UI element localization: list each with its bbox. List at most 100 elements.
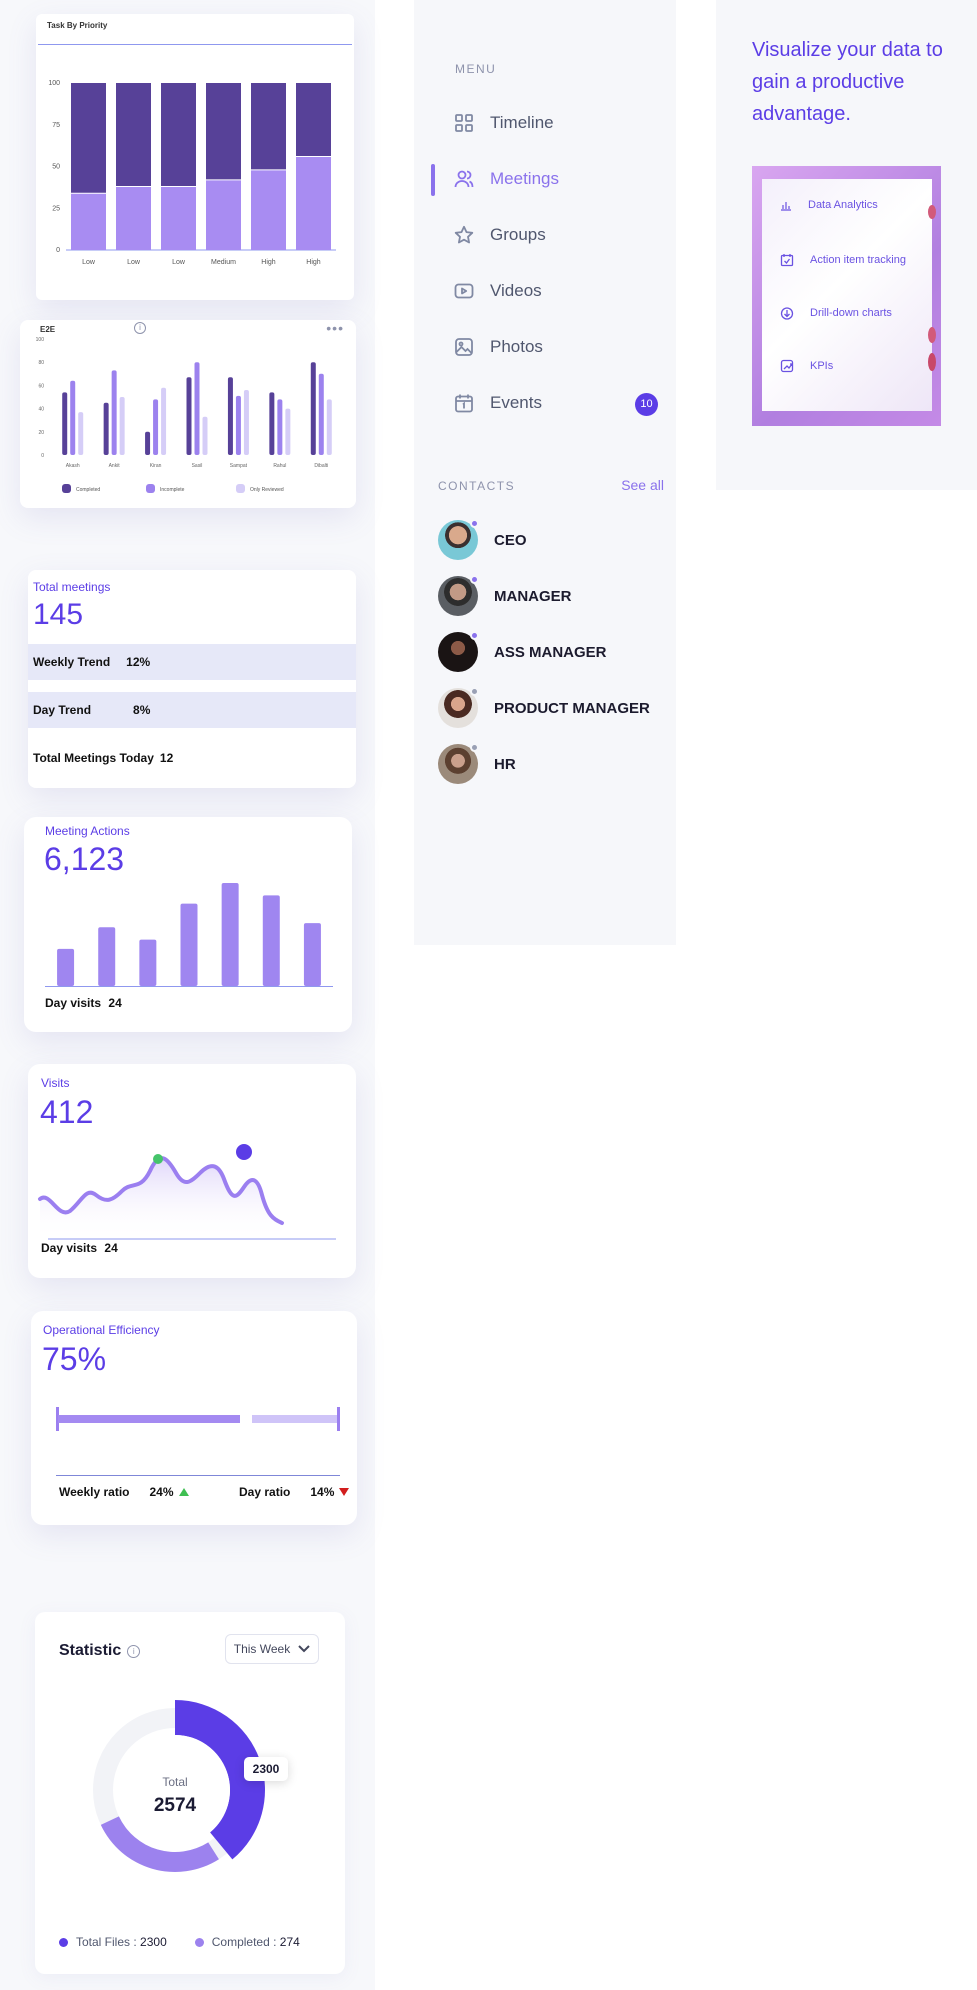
e2e-card: E2E i ••• 100 80 60 40 20 0 Akash Ankit Kiran Sas… xyxy=(20,320,356,508)
sidebar-item-label: Events xyxy=(490,393,542,412)
bar xyxy=(119,397,125,455)
visits-line-chart xyxy=(38,1144,336,1240)
bar-segment-upper xyxy=(161,83,196,187)
promo-headline: Visualize your data to gain a productive… xyxy=(752,39,943,125)
bar-chart-icon xyxy=(781,202,791,211)
legend-completed-value: 274 xyxy=(279,1935,300,1949)
sidebar-item-label: Videos xyxy=(490,281,542,300)
bar xyxy=(62,392,68,455)
grid-icon xyxy=(455,114,473,132)
meeting-actions-label: Meeting Actions xyxy=(45,824,130,838)
sidebar-item-photos[interactable]: Photos xyxy=(454,337,543,357)
sidebar-nav: MENU Timeline Meetings Groups Videos Pho… xyxy=(414,0,676,945)
highlight-point-purple[interactable] xyxy=(236,1144,252,1160)
promo-panel: Visualize your data to gain a productive… xyxy=(716,0,977,490)
visits-footer-value: 24 xyxy=(104,1241,118,1255)
weekly-trend-value: 12% xyxy=(126,655,151,669)
info-icon[interactable]: i xyxy=(127,1644,141,1658)
visits-footer-label: Day visits xyxy=(41,1241,98,1255)
x-tick-label: Dibalti xyxy=(314,463,328,469)
efficiency-bar xyxy=(56,1407,340,1431)
weekly-trend-row: Weekly Trend 12% xyxy=(28,644,356,680)
trend-up-icon xyxy=(178,1488,189,1496)
bar-segment-lower xyxy=(161,186,196,250)
total-meetings-value: 145 xyxy=(33,598,84,631)
sidebar-item-videos[interactable]: Videos xyxy=(454,281,542,301)
check-calendar-icon xyxy=(780,254,794,267)
contact-item-hr[interactable]: HR xyxy=(438,743,516,784)
feature-drill-down: Drill-down charts xyxy=(780,306,892,320)
y-tick-label: 60 xyxy=(38,383,44,389)
statistic-legend: Total Files : 2300 Completed : 274 xyxy=(59,1935,300,1949)
bar xyxy=(269,392,275,455)
total-meetings-card: Total meetings 145 Weekly Trend 12% Day … xyxy=(28,570,356,788)
sidebar-item-events[interactable]: Events xyxy=(454,393,542,413)
y-tick-label: 20 xyxy=(38,430,44,436)
visits-area xyxy=(40,1158,282,1239)
sidebar-item-label: Meetings xyxy=(490,169,559,188)
y-tick-label: 100 xyxy=(48,80,60,87)
period-dropdown[interactable]: This Week xyxy=(225,1634,319,1664)
bar xyxy=(318,373,324,455)
bar xyxy=(145,431,151,455)
contact-item-ceo[interactable]: CEO xyxy=(438,519,527,560)
period-dropdown-value: This Week xyxy=(233,1642,291,1656)
sidebar-item-groups[interactable]: Groups xyxy=(454,225,546,245)
contact-item-ass-manager[interactable]: ASS MANAGER xyxy=(438,631,607,672)
sidebar-item-meetings[interactable]: Meetings xyxy=(454,169,559,189)
bar xyxy=(161,387,167,455)
visits-card: Visits 412 Day visits 24 xyxy=(28,1064,356,1278)
weekly-trend-label: Weekly Trend xyxy=(33,655,111,669)
y-tick-label: 50 xyxy=(52,164,60,171)
day-trend-value: 8% xyxy=(133,703,151,717)
legend-label: Completed xyxy=(76,487,100,493)
contact-item-product-manager[interactable]: PRODUCT MANAGER xyxy=(438,687,650,728)
avatar xyxy=(438,743,479,784)
statistic-title: Statistic i xyxy=(59,1642,141,1660)
bar-segment-upper xyxy=(71,83,106,194)
users-icon xyxy=(454,170,474,188)
x-tick-label: Medium xyxy=(211,259,236,266)
bar-segment-upper xyxy=(116,83,151,187)
x-tick-label: Low xyxy=(82,259,96,266)
bar xyxy=(227,377,233,455)
sidebar-item-timeline[interactable]: Timeline xyxy=(454,113,554,133)
calendar-icon xyxy=(455,394,473,413)
y-tick-label: 25 xyxy=(52,205,60,212)
bar xyxy=(70,380,76,455)
legend-label: Only Reviewed xyxy=(250,487,284,493)
x-tick-label: High xyxy=(261,259,276,266)
bar xyxy=(78,412,84,455)
bar-segment-upper xyxy=(296,83,331,157)
meetings-today-value: 12 xyxy=(159,751,174,765)
decoration xyxy=(928,205,936,219)
bar xyxy=(153,399,159,455)
trend-down-icon xyxy=(339,1488,350,1496)
day-ratio: Day ratio 14% xyxy=(239,1485,350,1499)
efficiency-baseline xyxy=(56,1475,340,1476)
day-ratio-label: Day ratio xyxy=(239,1485,291,1499)
see-all-link[interactable]: See all xyxy=(621,477,664,493)
total-meetings-label: Total meetings xyxy=(33,580,111,594)
bar-segment-lower xyxy=(251,169,286,250)
x-tick-label: Rahul xyxy=(273,463,286,469)
weekly-ratio-label: Weekly ratio xyxy=(59,1485,130,1499)
star-icon xyxy=(454,225,474,244)
contact-name: MANAGER xyxy=(494,587,572,605)
efficiency-remaining xyxy=(252,1415,338,1423)
highlight-point-green[interactable] xyxy=(153,1154,163,1164)
bar-segment-lower xyxy=(71,193,106,250)
active-indicator xyxy=(431,164,435,196)
sidebar-item-label: Timeline xyxy=(490,113,554,132)
e2e-chart: 100 80 60 40 20 0 Akash Ankit Kiran Sasil Sampat Ra… xyxy=(36,337,332,493)
bar xyxy=(57,948,75,986)
meeting-actions-card: Meeting Actions 6,123 Day visits 24 xyxy=(24,817,352,1032)
efficiency-value: 75% xyxy=(42,1341,107,1377)
visits-value: 412 xyxy=(40,1094,94,1130)
x-tick-label: Kiran xyxy=(150,463,162,469)
donut-hole xyxy=(120,1735,230,1845)
legend-swatch xyxy=(236,484,245,493)
contact-item-manager[interactable]: MANAGER xyxy=(438,575,572,616)
donut-callout: 2300 xyxy=(244,1757,288,1781)
weekly-ratio-value: 24% xyxy=(149,1485,174,1499)
